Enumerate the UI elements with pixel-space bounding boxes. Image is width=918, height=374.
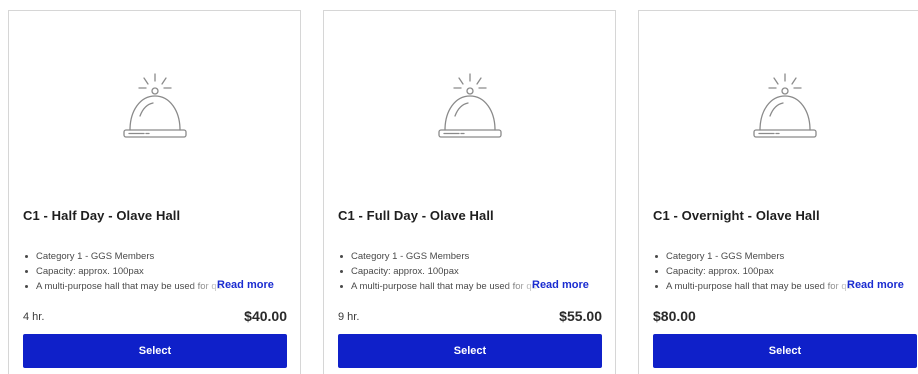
feature-item: Capacity: approx. 100pax <box>653 264 859 279</box>
service-bell-icon <box>9 66 300 156</box>
price-label: $80.00 <box>653 308 696 324</box>
feature-item: Category 1 - GGS Members <box>23 249 229 264</box>
price-label: $55.00 <box>559 308 602 324</box>
duration-label: 9 hr. <box>338 311 360 323</box>
service-bell-icon <box>639 66 918 156</box>
feature-item: A multi-purpose hall that may be used fo… <box>23 279 229 294</box>
service-bell-icon <box>324 66 615 156</box>
feature-item: Capacity: approx. 100pax <box>338 264 544 279</box>
feature-item: A multi-purpose hall that may be used fo… <box>653 279 859 294</box>
feature-item: Category 1 - GGS Members <box>338 249 544 264</box>
select-button[interactable]: Select <box>23 334 287 368</box>
service-card: C1 - Half Day - Olave Hall Category 1 - … <box>8 10 301 374</box>
feature-list: Category 1 - GGS Members Capacity: appro… <box>23 249 229 294</box>
service-card: C1 - Overnight - Olave Hall Category 1 -… <box>638 10 918 374</box>
feature-list: Category 1 - GGS Members Capacity: appro… <box>338 249 544 294</box>
feature-item: Capacity: approx. 100pax <box>23 264 229 279</box>
read-more-link[interactable]: Read more <box>217 279 274 291</box>
select-button[interactable]: Select <box>338 334 602 368</box>
card-title: C1 - Half Day - Olave Hall <box>23 208 181 223</box>
price-label: $40.00 <box>244 308 287 324</box>
feature-list: Category 1 - GGS Members Capacity: appro… <box>653 249 859 294</box>
card-title: C1 - Overnight - Olave Hall <box>653 208 820 223</box>
read-more-link[interactable]: Read more <box>847 279 904 291</box>
select-button[interactable]: Select <box>653 334 917 368</box>
feature-item: Category 1 - GGS Members <box>653 249 859 264</box>
service-card: C1 - Full Day - Olave Hall Category 1 - … <box>323 10 616 374</box>
feature-item: A multi-purpose hall that may be used fo… <box>338 279 544 294</box>
read-more-link[interactable]: Read more <box>532 279 589 291</box>
duration-label: 4 hr. <box>23 311 45 323</box>
card-title: C1 - Full Day - Olave Hall <box>338 208 494 223</box>
